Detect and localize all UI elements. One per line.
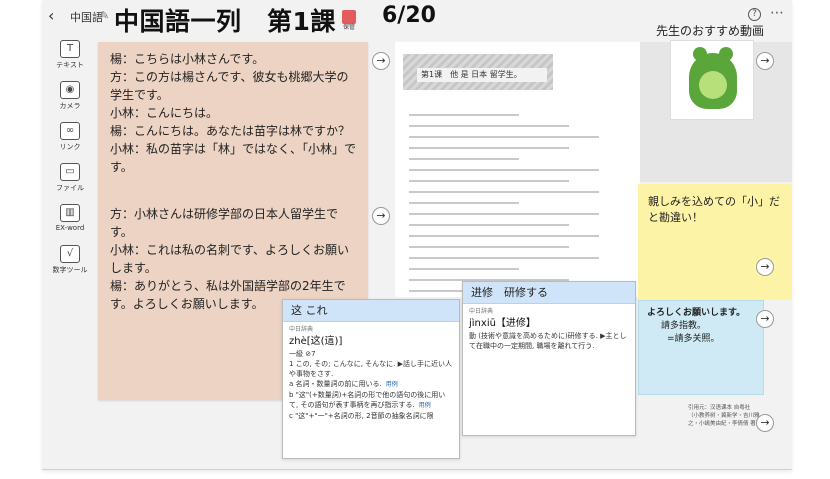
- pencil-icon[interactable]: ✎: [100, 9, 109, 22]
- dictionary-headword: jìnxiū【进修】: [469, 318, 536, 329]
- dictionary-definition-text: a 名詞・数量詞の前に用いる.: [289, 380, 382, 388]
- textbook-text-block: [409, 114, 609, 301]
- dictionary-definition: 動 (技術や意識を高めるために)研修する. ▶主として在職中の一定期間, 職場を…: [469, 332, 627, 350]
- tool-file[interactable]: ▭ ファイル: [50, 163, 90, 193]
- folder-name[interactable]: 中国語: [70, 9, 103, 25]
- example-tag[interactable]: 用例: [415, 401, 431, 411]
- dictionary-card-body: 中日辞典 jìnxiū【进修】 動 (技術や意識を高めるために)研修する. ▶主…: [463, 304, 635, 354]
- link-icon: ∞: [60, 122, 80, 140]
- file-icon: ▭: [60, 163, 80, 181]
- camera-icon: ◉: [60, 81, 80, 99]
- tool-label: テキスト: [56, 61, 84, 69]
- dialogue-line: 方：この方は楊さんです、彼女も桃郷大学の学生です。: [110, 70, 349, 102]
- recommend-label: 先生のおすすめ動画: [656, 24, 765, 38]
- cyan-sticky-note[interactable]: よろしくお願いします。 請多指教。 =請多关照。: [638, 300, 764, 395]
- tool-label: カメラ: [59, 102, 81, 110]
- dictionary-icon: ▥: [60, 204, 80, 222]
- arrow-right-icon[interactable]: →: [756, 258, 774, 276]
- dictionary-card-title: 这 これ: [283, 300, 459, 322]
- arrow-right-icon[interactable]: →: [372, 207, 390, 225]
- arrow-right-icon[interactable]: →: [756, 310, 774, 328]
- cyan-note-line: 請多指教。: [661, 321, 707, 331]
- dictionary-definition: 1 この, その; こんなに, そんなに. ▶話し手に近い人や事物をさす.: [289, 360, 452, 378]
- dialogue-line: 小林：こんにちは。: [110, 106, 219, 120]
- dialogue-note-1[interactable]: 楊：こちらは小林さんです。 方：この方は楊さんです、彼女も桃郷大学の学生です。 …: [98, 42, 368, 197]
- tool-label: ファイル: [56, 184, 84, 192]
- example-tag[interactable]: 用例: [382, 380, 398, 390]
- dictionary-definition: a 名詞・数量詞の前に用いる. 用例: [289, 379, 453, 390]
- dictionary-card-body: 中日辞典 zhè[这(這)] 一級 ⊘7 1 この, その; こんなに, そんな…: [283, 322, 459, 424]
- tool-camera[interactable]: ◉ カメラ: [50, 81, 90, 111]
- dictionary-headword: zhè[这(這)]: [289, 336, 343, 347]
- arrow-right-icon[interactable]: →: [756, 52, 774, 70]
- dictionary-source: 中日辞典: [469, 308, 494, 315]
- save-badge-label: 保管: [342, 24, 355, 31]
- bookmark-icon: [342, 10, 356, 24]
- cyan-note-line: =請多关照。: [667, 334, 720, 344]
- chevron-left-icon[interactable]: ‹: [48, 6, 54, 25]
- math-tool-icon: √: [60, 245, 80, 263]
- tool-math[interactable]: √ 数字ツール: [50, 245, 90, 275]
- top-bar: ‹ 中国語 ✎ 中国語一列 第1課 保管 6/20 ? ⋯ 先生のおすすめ動画: [42, 0, 792, 40]
- citation-text: 引用元：汉语课本 自粤社（小教养树・冀新学・吉川雅之・小嶋美由紀・李倩倩 著）: [688, 405, 762, 427]
- dialogue-line: 楊：こちらは小林さんです。: [110, 52, 265, 66]
- text-icon: T: [60, 40, 80, 58]
- dialogue-line: 小林：私の苗字は「林」ではなく、「小林」です。: [110, 142, 357, 174]
- recommended-video-thumbnail[interactable]: [670, 40, 754, 120]
- save-badge[interactable]: 保管: [339, 10, 359, 34]
- page-indicator: 6/20: [382, 3, 436, 28]
- cyan-note-line: よろしくお願いします。: [647, 308, 746, 318]
- dialogue-line: 小林：これは私の名刺です、よろしくお願いします。: [110, 243, 350, 275]
- arrow-right-icon[interactable]: →: [756, 414, 774, 432]
- tool-link[interactable]: ∞ リンク: [50, 122, 90, 152]
- tool-label: EX-word: [55, 224, 85, 232]
- frog-mascot-image: [689, 47, 737, 109]
- tool-ex-word[interactable]: ▥ EX-word: [50, 204, 90, 232]
- dictionary-definition: b "这"(+数量詞)+名詞の形で他の語句の後に用いて, その語句が表す事柄を再…: [289, 390, 453, 411]
- textbook-lesson-heading: 第1课 他 是 日本 留学生。: [417, 68, 547, 82]
- dictionary-card-jinxiu[interactable]: 进修 研修する 中日辞典 jìnxiū【进修】 動 (技術や意識を高めるために)…: [462, 281, 636, 436]
- textbook-page[interactable]: 第1课 他 是 日本 留学生。: [395, 42, 640, 297]
- tool-label: リンク: [59, 143, 81, 151]
- tool-label: 数字ツール: [52, 266, 88, 274]
- dictionary-source: 中日辞典: [289, 326, 314, 333]
- more-options-icon[interactable]: ⋯: [770, 5, 784, 21]
- arrow-right-icon[interactable]: →: [372, 52, 390, 70]
- page-title: 中国語一列 第1課: [114, 7, 336, 36]
- yellow-sticky-note[interactable]: 親しみを込めての「小」だと勘違い！: [638, 184, 792, 300]
- dialogue-line: 楊：こんにちは。あなたは苗字は林ですか？: [110, 124, 351, 138]
- dictionary-meta: 一級 ⊘7: [289, 350, 316, 358]
- tool-text[interactable]: T テキスト: [50, 40, 90, 70]
- dictionary-card-zhe[interactable]: 这 これ 中日辞典 zhè[这(這)] 一級 ⊘7 1 この, その; こんなに…: [282, 299, 460, 459]
- help-icon[interactable]: ?: [748, 8, 761, 21]
- dialogue-line: 方：小林さんは研修学部の日本人留学生です。: [110, 207, 339, 239]
- dictionary-card-title: 进修 研修する: [463, 282, 635, 304]
- dictionary-definition: c "这"+"一"+名詞の形, 2音節の抽象名詞に限: [289, 412, 434, 420]
- app-frame: ‹ 中国語 ✎ 中国語一列 第1課 保管 6/20 ? ⋯ 先生のおすすめ動画 …: [42, 0, 792, 470]
